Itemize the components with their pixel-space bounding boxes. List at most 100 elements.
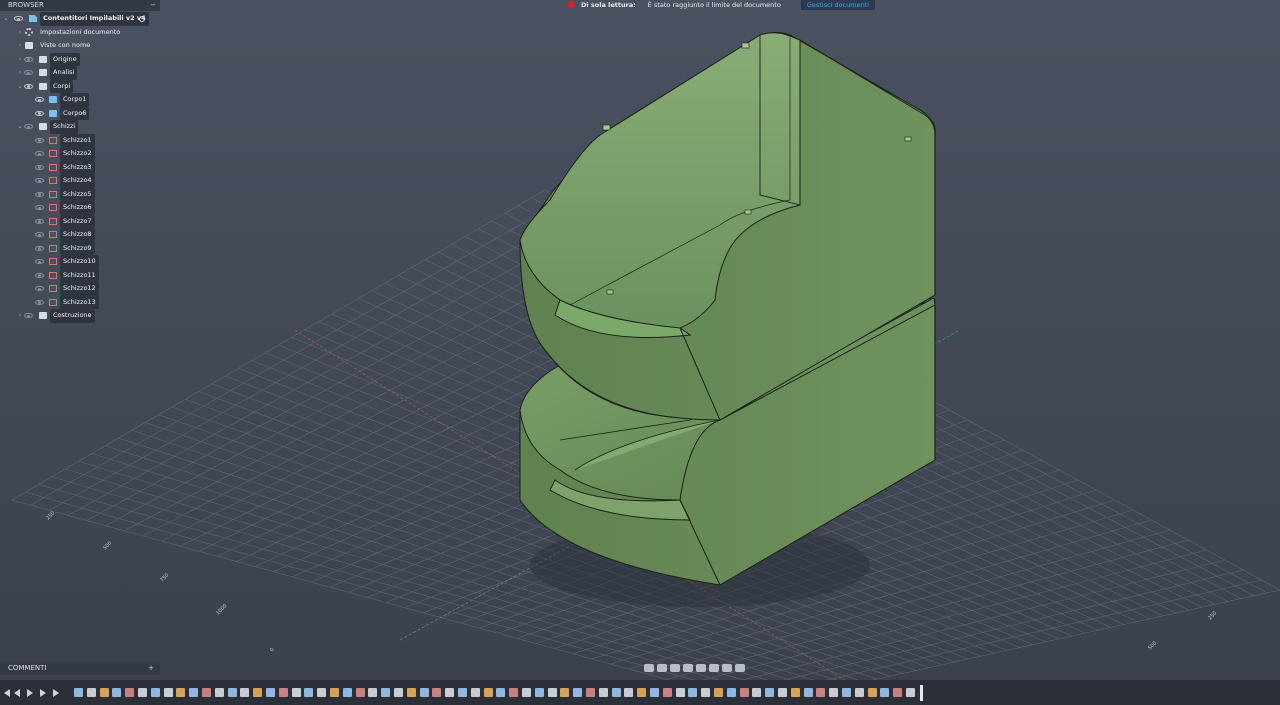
visibility-eye-icon[interactable] — [24, 56, 33, 62]
orbit-icon[interactable] — [644, 664, 654, 672]
collapse-chevron-icon[interactable]: ⌄ — [2, 12, 10, 26]
timeline-feature-icon[interactable] — [598, 688, 608, 697]
browser-row-schizzo7[interactable]: Schizzo7 — [0, 214, 160, 228]
timeline-feature-icon[interactable] — [368, 688, 378, 697]
browser-row-schizzo3[interactable]: Schizzo3 — [0, 160, 160, 174]
visibility-eye-icon[interactable] — [35, 299, 44, 305]
expand-icon[interactable]: › — [16, 53, 24, 67]
timeline-feature-icon[interactable] — [496, 688, 506, 697]
viewports-icon[interactable] — [735, 664, 745, 672]
timeline-feature-icon[interactable] — [611, 688, 621, 697]
visibility-eye-icon[interactable] — [35, 218, 44, 224]
timeline-feature-icon[interactable] — [522, 688, 531, 697]
visibility-eye-icon[interactable] — [24, 70, 33, 75]
timeline-feature-icon[interactable] — [406, 688, 416, 697]
timeline-feature-icon[interactable] — [675, 688, 685, 697]
timeline-marker[interactable] — [920, 685, 923, 701]
timeline-feature-icon[interactable] — [624, 688, 634, 697]
timeline-feature-icon[interactable] — [560, 688, 570, 697]
browser-row-analisi[interactable]: › Analisi — [0, 66, 160, 80]
timeline-feature-icon[interactable] — [253, 688, 263, 697]
expand-icon[interactable]: › — [16, 66, 24, 80]
expand-icon[interactable]: › — [16, 309, 24, 323]
timeline-feature-icon[interactable] — [394, 688, 403, 697]
visibility-eye-icon[interactable] — [24, 124, 33, 129]
browser-row-origine[interactable]: › Origine — [0, 52, 160, 67]
timeline-feature-icon[interactable] — [752, 688, 762, 697]
timeline-feature-icon[interactable] — [266, 688, 275, 697]
timeline-feature-icon[interactable] — [355, 688, 365, 697]
timeline-feature-icon[interactable] — [470, 688, 480, 697]
timeline-feature-icon[interactable] — [829, 688, 839, 697]
browser-row-schizzo10[interactable]: Schizzo10 — [0, 255, 160, 269]
timeline-feature-icon[interactable] — [304, 688, 314, 697]
timeline-feature-icon[interactable] — [99, 688, 109, 697]
timeline-feature-icon[interactable] — [867, 688, 877, 697]
activate-radio-icon[interactable] — [139, 15, 145, 22]
visibility-eye-icon[interactable] — [35, 286, 44, 291]
timeline-feature-icon[interactable] — [112, 688, 122, 697]
timeline-feature-icon[interactable] — [432, 688, 442, 697]
grid-settings-icon[interactable] — [722, 664, 732, 672]
pan-icon[interactable] — [670, 664, 680, 672]
timeline-feature-icon[interactable] — [202, 688, 211, 697]
browser-row-impostazioni-documento[interactable]: › Impostazioni documento — [0, 26, 160, 40]
timeline-feature-icon[interactable] — [854, 688, 864, 697]
timeline-feature-icon[interactable] — [842, 688, 851, 697]
step-forward-icon[interactable] — [40, 689, 46, 697]
3d-viewport[interactable]: 25050075010000250500 — [0, 0, 1280, 705]
timeline-feature-icon[interactable] — [240, 688, 250, 697]
timeline-feature-icon[interactable] — [893, 688, 903, 697]
browser-row-schizzo11[interactable]: Schizzo11 — [0, 268, 160, 282]
browser-row-schizzo13[interactable]: Schizzo13 — [0, 295, 160, 309]
zoom-icon[interactable] — [683, 664, 693, 672]
timeline-feature-icon[interactable] — [509, 688, 519, 697]
timeline-feature-icon[interactable] — [342, 688, 352, 697]
timeline-feature-icon[interactable] — [803, 688, 813, 697]
timeline-feature-icon[interactable] — [330, 688, 339, 697]
browser-row-contentitori-impilabili-v2-v4[interactable]: ⌄ Contentitori Impilabili v2 v4 — [0, 12, 160, 26]
step-back-icon[interactable] — [14, 689, 20, 697]
manage-documents-button[interactable]: Gestisci documenti — [800, 0, 876, 10]
browser-row-schizzo8[interactable]: Schizzo8 — [0, 228, 160, 242]
visibility-eye-icon[interactable] — [35, 259, 44, 264]
browser-row-schizzo4[interactable]: Schizzo4 — [0, 174, 160, 188]
timeline-feature-icon[interactable] — [739, 688, 749, 697]
timeline-feature-icon[interactable] — [816, 688, 826, 697]
browser-row-schizzi[interactable]: ⌄ Schizzi — [0, 120, 160, 134]
timeline-feature-icon[interactable] — [445, 688, 455, 697]
timeline-feature-icon[interactable] — [419, 688, 429, 697]
skip-start-icon[interactable] — [4, 689, 10, 697]
visibility-eye-icon[interactable] — [35, 178, 44, 183]
timeline-feature-icon[interactable] — [573, 688, 583, 697]
visibility-eye-icon[interactable] — [35, 110, 44, 116]
browser-row-costruzione[interactable]: › Costruzione — [0, 309, 160, 323]
visibility-eye-icon[interactable] — [35, 205, 44, 210]
timeline-feature-icon[interactable] — [163, 688, 173, 697]
visibility-eye-icon[interactable] — [24, 83, 33, 89]
visibility-eye-icon[interactable] — [24, 313, 33, 318]
visibility-eye-icon[interactable] — [35, 232, 44, 237]
timeline-feature-icon[interactable] — [86, 688, 96, 697]
timeline-feature-icon[interactable] — [714, 688, 723, 697]
visibility-eye-icon[interactable] — [35, 151, 44, 156]
timeline-feature-icon[interactable] — [637, 688, 647, 697]
browser-row-corpo1[interactable]: Corpo1 — [0, 93, 160, 107]
collapse-chevron-icon[interactable]: ⌄ — [16, 120, 24, 134]
timeline-feature-icon[interactable] — [534, 688, 544, 697]
browser-row-schizzo1[interactable]: Schizzo1 — [0, 133, 160, 147]
fit-icon[interactable] — [696, 664, 706, 672]
timeline-feature-icon[interactable] — [547, 688, 557, 697]
timeline-feature-icon[interactable] — [906, 688, 915, 697]
browser-row-schizzo6[interactable]: Schizzo6 — [0, 201, 160, 215]
visibility-eye-icon[interactable] — [14, 16, 23, 21]
expand-icon[interactable]: › — [16, 39, 24, 53]
comments-panel[interactable]: COMMENTI + — [0, 662, 160, 675]
timeline-feature-icon[interactable] — [765, 688, 775, 697]
browser-row-schizzo5[interactable]: Schizzo5 — [0, 187, 160, 201]
timeline-feature-icon[interactable] — [650, 688, 659, 697]
browser-row-corpo6[interactable]: Corpo6 — [0, 106, 160, 120]
play-icon[interactable] — [27, 689, 33, 697]
timeline-feature-icon[interactable] — [726, 688, 736, 697]
timeline-feature-icon[interactable] — [381, 688, 391, 697]
